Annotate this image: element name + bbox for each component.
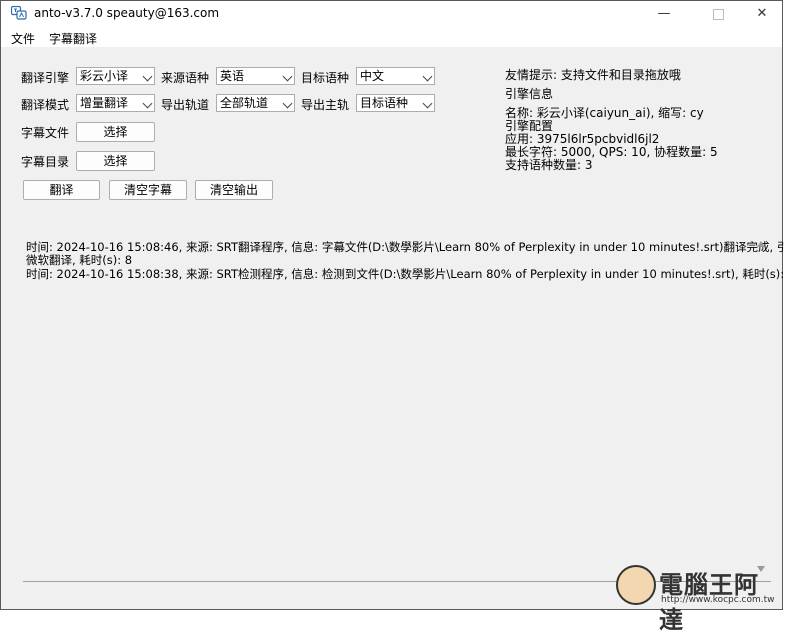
target-lang-select[interactable]: 中文 bbox=[356, 67, 435, 85]
window-title: anto-v3.7.0 speauty@163.com bbox=[34, 6, 220, 20]
export-main-label: 导出主轨 bbox=[301, 98, 350, 112]
subtitle-file-label: 字幕文件 bbox=[21, 126, 70, 140]
export-main-select-value: 目标语种 bbox=[360, 96, 409, 110]
engine-select-value: 彩云小译 bbox=[80, 69, 129, 83]
export-track-label: 导出轨道 bbox=[161, 98, 210, 112]
chevron-down-icon bbox=[422, 98, 433, 109]
menu-subtitle-translate[interactable]: 字幕翻译 bbox=[49, 30, 97, 47]
minimize-button[interactable]: — bbox=[641, 1, 687, 27]
log-output[interactable]: 时间: 2024-10-16 15:08:46, 来源: SRT翻译程序, 信息… bbox=[23, 236, 785, 582]
source-lang-label: 来源语种 bbox=[161, 71, 210, 85]
app-logo-icon bbox=[11, 6, 27, 20]
log-line: 时间: 2024-10-16 15:08:46, 来源: SRT翻译程序, 信息… bbox=[26, 240, 785, 254]
chevron-down-icon bbox=[142, 71, 153, 82]
source-lang-select-value: 英语 bbox=[220, 69, 245, 83]
mode-select-value: 增量翻译 bbox=[80, 96, 129, 110]
tip-text: 友情提示: 支持文件和目录拖放哦 bbox=[505, 68, 681, 82]
clear-output-button[interactable]: 清空输出 bbox=[195, 180, 273, 200]
watermark-mascot-icon bbox=[616, 565, 656, 605]
engine-label: 翻译引擎 bbox=[21, 71, 70, 85]
maximize-button[interactable] bbox=[695, 1, 741, 27]
export-track-select[interactable]: 全部轨道 bbox=[216, 94, 295, 112]
maximize-icon bbox=[712, 9, 724, 20]
engine-lang-count-line: 支持语种数量: 3 bbox=[505, 158, 593, 172]
title-bar[interactable]: anto-v3.7.0 speauty@163.com — ✕ bbox=[1, 1, 782, 27]
export-track-select-value: 全部轨道 bbox=[220, 96, 269, 110]
subtitle-file-select-button[interactable]: 选择 bbox=[76, 122, 155, 142]
mode-label: 翻译模式 bbox=[21, 98, 70, 112]
subtitle-dir-select-button[interactable]: 选择 bbox=[76, 151, 155, 171]
chevron-down-icon bbox=[282, 71, 293, 82]
app-window: anto-v3.7.0 speauty@163.com — ✕ 文件 字幕翻译 … bbox=[0, 0, 785, 634]
target-lang-label: 目标语种 bbox=[301, 71, 350, 85]
watermark-url: http://www.kocpc.com.tw bbox=[661, 595, 775, 605]
scroll-up-icon[interactable] bbox=[757, 241, 765, 247]
close-button[interactable]: ✕ bbox=[739, 1, 785, 27]
translate-button[interactable]: 翻译 bbox=[23, 180, 100, 200]
mode-select[interactable]: 增量翻译 bbox=[76, 94, 155, 112]
engine-info-title: 引擎信息 bbox=[505, 87, 554, 101]
chevron-down-icon bbox=[282, 98, 293, 109]
chevron-down-icon bbox=[422, 71, 433, 82]
menu-bar: 文件 字幕翻译 bbox=[1, 27, 782, 47]
log-scrollbar[interactable] bbox=[753, 236, 769, 579]
menu-file[interactable]: 文件 bbox=[11, 30, 35, 47]
subtitle-dir-label: 字幕目录 bbox=[21, 155, 70, 169]
target-lang-select-value: 中文 bbox=[360, 69, 385, 83]
chevron-down-icon bbox=[142, 98, 153, 109]
source-lang-select[interactable]: 英语 bbox=[216, 67, 295, 85]
log-line: 时间: 2024-10-16 15:08:38, 来源: SRT检测程序, 信息… bbox=[26, 267, 785, 281]
engine-select[interactable]: 彩云小译 bbox=[76, 67, 155, 85]
export-main-select[interactable]: 目标语种 bbox=[356, 94, 435, 112]
clear-subtitle-button[interactable]: 清空字幕 bbox=[109, 180, 187, 200]
